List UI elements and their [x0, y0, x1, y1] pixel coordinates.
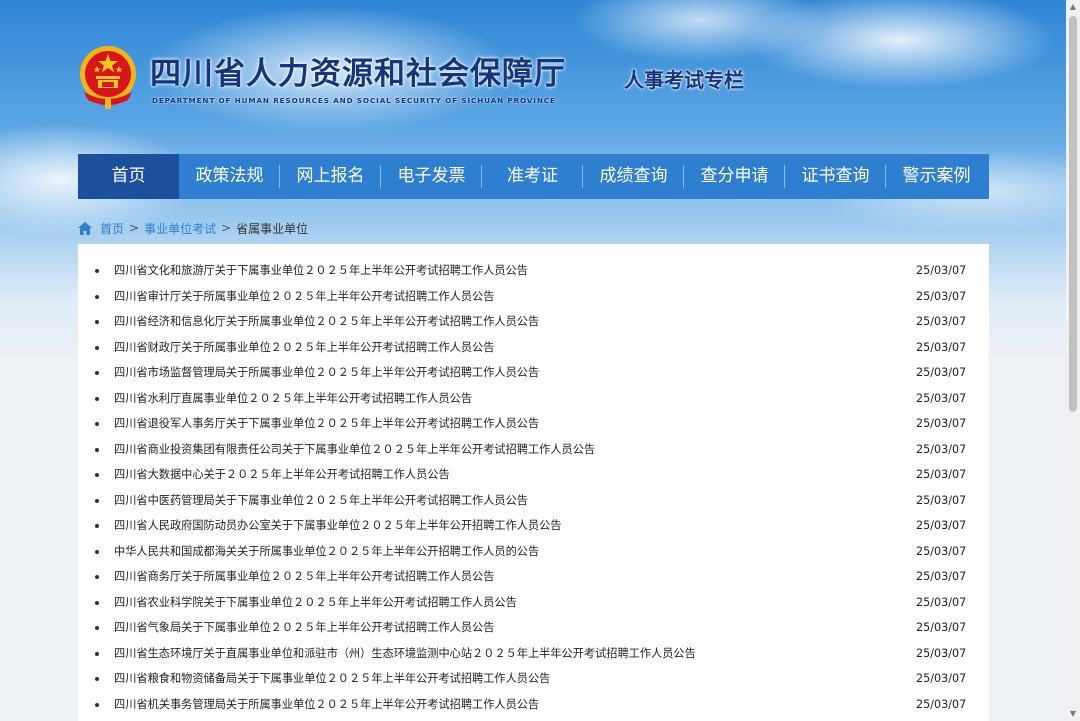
nav-item-home[interactable]: 首页 — [78, 154, 179, 199]
news-title-link[interactable]: 四川省水利厅直属事业单位２０２５年上半年公开考试招聘工作人员公告 — [114, 386, 472, 412]
news-list-item: 四川省文化和旅游厅关于下属事业单位２０２５年上半年公开考试招聘工作人员公告 25/… — [78, 258, 989, 284]
news-list-item: 四川省商务厅关于所属事业单位２０２５年上半年公开考试招聘工作人员公告 25/03/… — [78, 564, 989, 590]
news-title-link[interactable]: 四川省机关事务管理局关于所属事业单位２０２５年上半年公开考试招聘工作人员公告 — [114, 692, 539, 718]
news-date: 25/03/07 — [916, 672, 967, 685]
column-name: 人事考试专栏 — [624, 68, 744, 92]
news-date: 25/03/07 — [916, 621, 967, 634]
national-emblem-icon — [80, 46, 136, 109]
news-list-item: 四川省水利厅直属事业单位２０２５年上半年公开考试招聘工作人员公告 25/03/07 — [78, 386, 989, 412]
scroll-down-arrow-icon[interactable]: ▼ — [1066, 707, 1080, 721]
bullet-icon — [95, 524, 99, 528]
vertical-scrollbar[interactable]: ▲ ▼ — [1066, 0, 1080, 721]
scrollbar-thumb[interactable] — [1069, 16, 1077, 412]
bullet-icon — [95, 320, 99, 324]
bullet-icon — [95, 600, 99, 605]
news-list-item: 四川省机关事务管理局关于所属事业单位２０２５年上半年公开考试招聘工作人员公告 25… — [78, 692, 989, 718]
news-list-item: 四川省人民政府国防动员办公室关于下属事业单位２０２５年上半年公开招聘工作人员公告… — [78, 513, 989, 539]
breadcrumb-home-link[interactable]: 首页 — [100, 220, 124, 237]
news-date: 25/03/07 — [916, 519, 967, 532]
bullet-icon — [95, 345, 99, 350]
bullet-icon — [95, 396, 99, 401]
news-title-link[interactable]: 四川省气象局关于下属事业单位２０２５年上半年公开考试招聘工作人员公告 — [114, 615, 494, 641]
news-title-link[interactable]: 四川省文化和旅游厅关于下属事业单位２０２５年上半年公开考试招聘工作人员公告 — [114, 258, 528, 284]
news-list-item: 四川省审计厅关于所属事业单位２０２５年上半年公开考试招聘工作人员公告 25/03/… — [78, 284, 989, 310]
news-list-item: 四川省气象局关于下属事业单位２０２５年上半年公开考试招聘工作人员公告 25/03/… — [78, 615, 989, 641]
news-title-link[interactable]: 四川省中医药管理局关于下属事业单位２０２５年上半年公开考试招聘工作人员公告 — [114, 488, 528, 514]
news-list-item: 四川省粮食和物资储备局关于下属事业单位２０２５年上半年公开考试招聘工作人员公告 2… — [78, 666, 989, 692]
bullet-icon — [95, 702, 99, 707]
news-date: 25/03/07 — [916, 468, 967, 481]
news-list-item: 中华人民共和国成都海关关于所属事业单位２０２５年上半年公开招聘工作人员的公告 25… — [78, 539, 989, 565]
news-list-item: 四川省经济和信息化厅关于所属事业单位２０２５年上半年公开考试招聘工作人员公告 25… — [78, 309, 989, 335]
breadcrumb: 首页 > 事业单位考试 > 省属事业单位 — [78, 219, 308, 237]
bullet-icon — [95, 294, 99, 299]
news-title-link[interactable]: 四川省大数据中心关于２０２５年上半年公开考试招聘工作人员公告 — [114, 462, 450, 488]
news-date: 25/03/07 — [916, 391, 967, 405]
main-nav: 首页 政策法规 网上报名 电子发票 准考证 成绩查询 查分申请 证书查询 警示案… — [78, 154, 989, 199]
site-subtitle: DEPARTMENT OF HUMAN RESOURCES AND SOCIAL… — [152, 96, 556, 105]
bullet-icon — [95, 549, 99, 554]
news-title-link[interactable]: 中华人民共和国成都海关关于所属事业单位２０２５年上半年公开招聘工作人员的公告 — [114, 539, 539, 565]
news-date: 25/03/07 — [916, 544, 967, 558]
breadcrumb-current: 省属事业单位 — [236, 221, 309, 236]
bullet-icon — [95, 473, 99, 477]
news-title-link[interactable]: 四川省财政厅关于所属事业单位２０２５年上半年公开考试招聘工作人员公告 — [114, 335, 494, 361]
bullet-icon — [95, 371, 99, 375]
nav-item-score-query[interactable]: 成绩查询 — [583, 154, 684, 199]
bullet-icon — [95, 422, 99, 426]
news-title-link[interactable]: 四川省市场监督管理局关于所属事业单位２０２５年上半年公开考试招聘工作人员公告 — [114, 360, 539, 386]
nav-item-e-invoice[interactable]: 电子发票 — [381, 154, 482, 199]
news-list-panel: 四川省文化和旅游厅关于下属事业单位２０２５年上半年公开考试招聘工作人员公告 25/… — [78, 244, 989, 721]
nav-item-score-review[interactable]: 查分申请 — [684, 154, 785, 199]
news-date: 25/03/07 — [916, 646, 967, 660]
bullet-icon — [95, 677, 99, 681]
news-list: 四川省文化和旅游厅关于下属事业单位２０２５年上半年公开考试招聘工作人员公告 25/… — [78, 244, 989, 717]
nav-item-admission-ticket[interactable]: 准考证 — [482, 154, 583, 199]
news-date: 25/03/07 — [916, 264, 967, 277]
news-date: 25/03/07 — [916, 493, 967, 507]
news-title-link[interactable]: 四川省审计厅关于所属事业单位２０２５年上半年公开考试招聘工作人员公告 — [114, 284, 494, 310]
breadcrumb-separator: > — [129, 221, 140, 235]
news-title-link[interactable]: 四川省退役军人事务厅关于下属事业单位２０２５年上半年公开考试招聘工作人员公告 — [114, 411, 539, 437]
news-list-item: 四川省市场监督管理局关于所属事业单位２０２５年上半年公开考试招聘工作人员公告 25… — [78, 360, 989, 386]
bullet-icon — [95, 498, 99, 503]
news-list-item: 四川省大数据中心关于２０２５年上半年公开考试招聘工作人员公告 25/03/07 — [78, 462, 989, 488]
news-title-link[interactable]: 四川省生态环境厅关于直属事业单位和派驻市（州）生态环境监测中心站２０２５年上半年… — [114, 641, 696, 667]
news-date: 25/03/07 — [916, 442, 967, 456]
news-date: 25/03/07 — [916, 315, 967, 328]
scroll-up-arrow-icon[interactable]: ▲ — [1066, 0, 1080, 14]
bullet-icon — [95, 651, 99, 656]
news-title-link[interactable]: 四川省商业投资集团有限责任公司关于下属事业单位２０２５年上半年公开考试招聘工作人… — [114, 437, 595, 463]
news-date: 25/03/07 — [916, 595, 967, 609]
bullet-icon — [95, 269, 99, 273]
news-title-link[interactable]: 四川省粮食和物资储备局关于下属事业单位２０２５年上半年公开考试招聘工作人员公告 — [114, 666, 550, 692]
news-list-item: 四川省农业科学院关于下属事业单位２０２５年上半年公开考试招聘工作人员公告 25/0… — [78, 590, 989, 616]
bullet-icon — [95, 575, 99, 579]
breadcrumb-separator: > — [221, 221, 232, 235]
news-date: 25/03/07 — [916, 417, 967, 430]
nav-item-policy[interactable]: 政策法规 — [179, 154, 280, 199]
breadcrumb-section-link[interactable]: 事业单位考试 — [144, 220, 216, 237]
bullet-icon — [95, 626, 99, 630]
home-icon — [78, 221, 92, 235]
news-list-item: 四川省生态环境厅关于直属事业单位和派驻市（州）生态环境监测中心站２０２５年上半年… — [78, 641, 989, 667]
news-list-item: 四川省退役军人事务厅关于下属事业单位２０２５年上半年公开考试招聘工作人员公告 25… — [78, 411, 989, 437]
news-title-link[interactable]: 四川省人民政府国防动员办公室关于下属事业单位２０２５年上半年公开招聘工作人员公告 — [114, 513, 562, 539]
news-date: 25/03/07 — [916, 697, 967, 711]
news-date: 25/03/07 — [916, 570, 967, 583]
bullet-icon — [95, 447, 99, 452]
news-title-link[interactable]: 四川省农业科学院关于下属事业单位２０２５年上半年公开考试招聘工作人员公告 — [114, 590, 517, 616]
news-date: 25/03/07 — [916, 366, 967, 379]
news-list-item: 四川省财政厅关于所属事业单位２０２５年上半年公开考试招聘工作人员公告 25/03/… — [78, 335, 989, 361]
news-title-link[interactable]: 四川省商务厅关于所属事业单位２０２５年上半年公开考试招聘工作人员公告 — [114, 564, 494, 590]
news-title-link[interactable]: 四川省经济和信息化厅关于所属事业单位２０２５年上半年公开考试招聘工作人员公告 — [114, 309, 539, 335]
news-date: 25/03/07 — [916, 289, 967, 303]
news-list-item: 四川省中医药管理局关于下属事业单位２０２５年上半年公开考试招聘工作人员公告 25/… — [78, 488, 989, 514]
nav-item-online-registration[interactable]: 网上报名 — [280, 154, 381, 199]
nav-item-warning-cases[interactable]: 警示案例 — [886, 154, 987, 199]
news-list-item: 四川省商业投资集团有限责任公司关于下属事业单位２０２５年上半年公开考试招聘工作人… — [78, 437, 989, 463]
news-date: 25/03/07 — [916, 340, 967, 354]
site-title: 四川省人力资源和社会保障厅 — [150, 56, 566, 92]
nav-item-certificate-query[interactable]: 证书查询 — [785, 154, 886, 199]
